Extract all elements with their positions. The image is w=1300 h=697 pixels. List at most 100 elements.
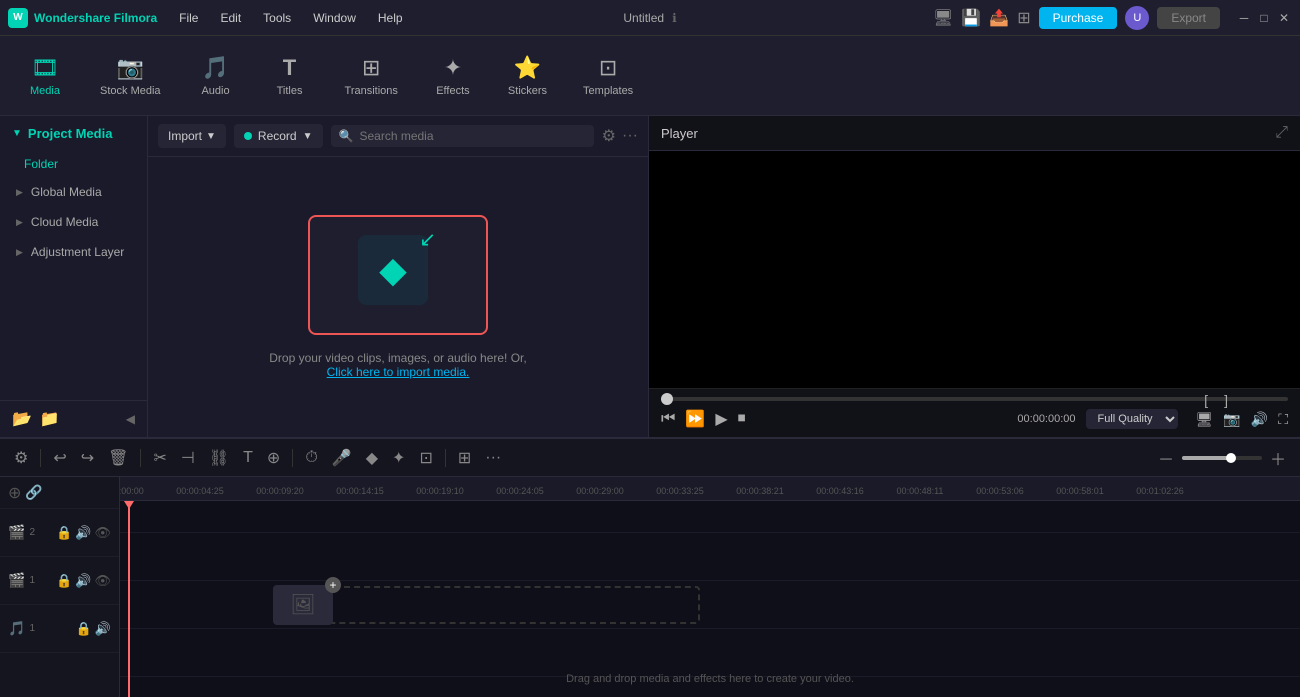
record-button[interactable]: Record ▼ (234, 124, 323, 148)
redo-button[interactable]: ↪ (77, 444, 98, 472)
avatar[interactable]: U (1125, 6, 1149, 30)
record-label: Record (258, 129, 297, 143)
app-logo: W Wondershare Filmora (8, 8, 157, 28)
menu-tools[interactable]: Tools (253, 7, 301, 29)
toolbar-transitions[interactable]: ⊞ Transitions (329, 47, 414, 105)
quality-select[interactable]: Full Quality 1/2 Quality 1/4 Quality (1086, 409, 1178, 429)
icon-grid: ⊞ (1017, 8, 1030, 28)
snapshot-icon[interactable]: 📷 (1223, 411, 1240, 428)
keyframe-button[interactable]: ◆ (362, 444, 382, 472)
icon-monitor: 🖥 (933, 8, 953, 28)
crop-button[interactable]: ⊕ (263, 444, 284, 472)
track-mute-icon-1[interactable]: 🔊 (75, 573, 91, 589)
stop-button[interactable]: ⏹ (738, 410, 746, 428)
ruler-mark-3: 00:00:14:15 (336, 486, 384, 496)
main-toolbar: 🎞 Media 📷 Stock Media 🎵 Audio T Titles ⊞… (0, 36, 1300, 116)
toolbar-titles[interactable]: T Titles (255, 47, 325, 105)
grid-view-button[interactable]: ⊞ (454, 444, 475, 472)
player-progress-bar[interactable]: [ ] (661, 397, 1288, 401)
undo-button[interactable]: ↩ (49, 444, 70, 472)
panel-item-global-media[interactable]: ▶ Global Media (0, 177, 147, 207)
timeline-settings-button[interactable]: ⚙ (10, 444, 32, 472)
cut-button[interactable]: ✂ (149, 444, 170, 472)
timeline-ruler[interactable]: 00:00:00:00 00:00:04:25 00:00:09:20 00:0… (120, 477, 1300, 501)
text-button[interactable]: T (239, 445, 257, 471)
maximize-button[interactable]: □ (1256, 10, 1272, 26)
playhead[interactable] (128, 501, 130, 697)
volume-icon[interactable]: 🔊 (1251, 411, 1268, 428)
menu-edit[interactable]: Edit (210, 7, 251, 29)
zoom-in-button[interactable]: ＋ (1266, 442, 1290, 474)
video-track-icon-1: 🎬 (8, 572, 25, 589)
export-button[interactable]: Export (1157, 7, 1220, 29)
record-chevron-icon: ▼ (303, 131, 313, 142)
minimize-button[interactable]: ─ (1236, 10, 1252, 26)
rewind-button[interactable]: ⏮ (661, 410, 675, 428)
play-button[interactable]: ▶ (715, 409, 727, 429)
track-lock-icon-2[interactable]: 🔒 (56, 525, 72, 541)
folder-open-icon[interactable]: 📂 (12, 409, 32, 429)
audio-btn[interactable]: 🎤 (328, 444, 356, 472)
purchase-button[interactable]: Purchase (1039, 7, 1118, 29)
panel-collapse-arrow[interactable]: ▼ (12, 128, 22, 139)
import-button[interactable]: Import ▼ (158, 124, 226, 148)
search-input[interactable] (359, 129, 585, 143)
ruler-mark-4: 00:00:19:10 (416, 486, 464, 496)
screenshot-icon[interactable]: 🖥 (1196, 411, 1214, 428)
toolbar-audio[interactable]: 🎵 Audio (181, 47, 251, 105)
player-screen (649, 151, 1300, 388)
more-button[interactable]: ··· (481, 445, 505, 471)
track-eye-icon-1[interactable]: 👁 (94, 573, 111, 589)
toolbar-media[interactable]: 🎞 Media (10, 47, 80, 105)
track-mute-icon-2[interactable]: 🔊 (75, 525, 91, 541)
icon-save: 💾 (961, 8, 981, 28)
transitions-icon: ⊞ (362, 55, 380, 81)
drop-text-main: Drop your video clips, images, or audio … (269, 351, 526, 365)
drop-zone-video1[interactable] (320, 586, 700, 624)
link-track-icon[interactable]: 🔗 (25, 484, 42, 501)
global-media-label: Global Media (31, 185, 102, 199)
more-options-icon[interactable]: ··· (622, 127, 638, 145)
panel-collapse-icon[interactable]: ◀ (126, 412, 135, 426)
zoom-fill (1182, 456, 1230, 460)
video-track-icon-2: 🎬 (8, 524, 25, 541)
speed-button[interactable]: ⏱ (301, 445, 321, 471)
zoom-thumb[interactable] (1226, 453, 1236, 463)
menu-help[interactable]: Help (368, 7, 413, 29)
toolbar-stock-media[interactable]: 📷 Stock Media (84, 47, 177, 105)
filter-icon[interactable]: ⚙ (602, 126, 616, 146)
toolbar-stickers[interactable]: ⭐ Stickers (492, 47, 563, 105)
add-track-icon[interactable]: ⊕ (8, 483, 21, 503)
ruler-mark-6: 00:00:29:00 (576, 486, 624, 496)
track-lock-icon-1[interactable]: 🔒 (56, 573, 72, 589)
toolbar-effects[interactable]: ✦ Effects (418, 47, 488, 105)
title-bar-right: 🖥 💾 📤 ⊞ Purchase U Export ─ □ ✕ (933, 6, 1292, 30)
pip-button[interactable]: ⊡ (415, 444, 436, 472)
audio-lock-icon-1[interactable]: 🔒 (76, 621, 92, 637)
step-forward-button[interactable]: ⏩ (685, 409, 705, 429)
menu-window[interactable]: Window (303, 7, 366, 29)
panel-item-folder[interactable]: Folder (0, 151, 147, 177)
audio-mute-icon-1[interactable]: 🔊 (95, 621, 111, 637)
import-link[interactable]: Click here to import media. (327, 365, 470, 379)
media-area: Import ▼ Record ▼ 🔍 ⚙ ··· ◆ (148, 116, 648, 437)
link-button[interactable]: ⛓ (205, 444, 233, 472)
player-progress-thumb[interactable] (661, 393, 673, 405)
effect-btn[interactable]: ✦ (388, 444, 409, 472)
toolbar-templates[interactable]: ⊡ Templates (567, 47, 649, 105)
search-box: 🔍 (331, 125, 594, 147)
split-button[interactable]: ⊣ (177, 444, 199, 472)
player-expand-icon[interactable]: ⤢ (1275, 124, 1288, 142)
panel-bottom: 📂 📁 ◀ (0, 400, 147, 437)
close-button[interactable]: ✕ (1276, 10, 1292, 26)
panel-item-cloud-media[interactable]: ▶ Cloud Media (0, 207, 147, 237)
delete-button[interactable]: 🗑 (104, 444, 132, 472)
zoom-out-button[interactable]: － (1154, 442, 1178, 474)
panel-item-adjustment-layer[interactable]: ▶ Adjustment Layer (0, 237, 147, 267)
track-eye-icon-2[interactable]: 👁 (94, 525, 111, 541)
zoom-slider[interactable] (1182, 456, 1262, 460)
fullscreen-icon[interactable]: ⛶ (1278, 411, 1288, 428)
stickers-icon: ⭐ (514, 55, 541, 81)
menu-file[interactable]: File (169, 7, 208, 29)
folder-new-icon[interactable]: 📁 (40, 409, 60, 429)
